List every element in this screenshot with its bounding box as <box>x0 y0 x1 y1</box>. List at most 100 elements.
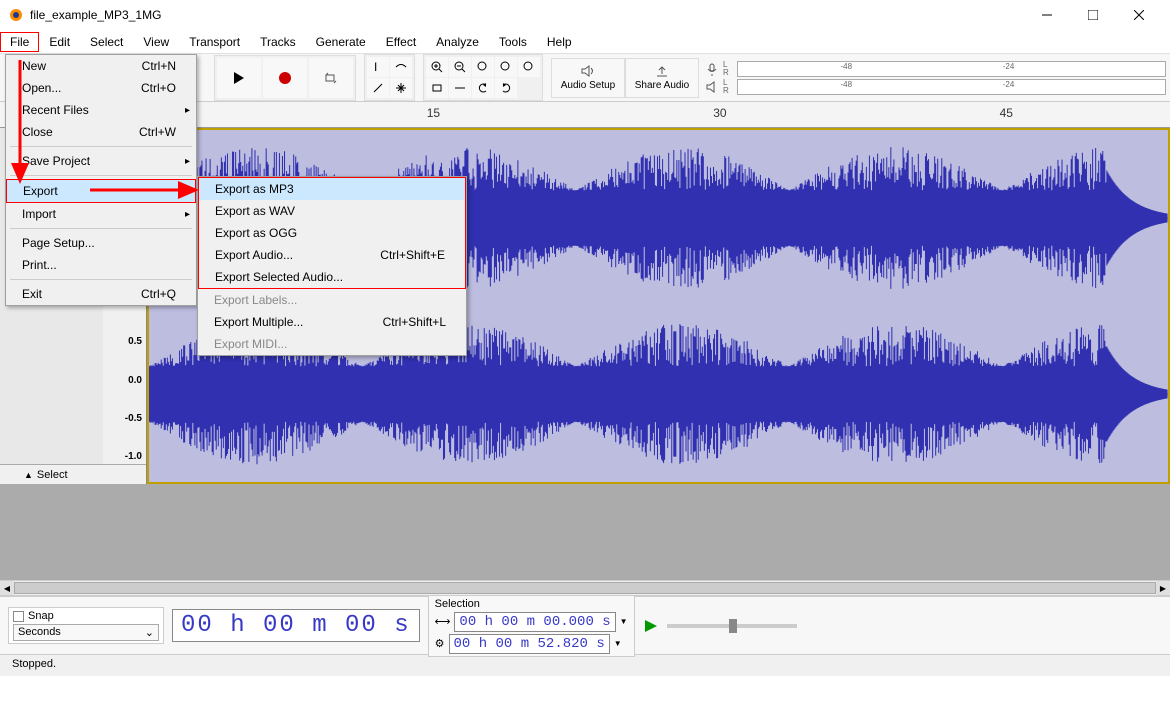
zoom-in-icon[interactable] <box>426 57 448 77</box>
snap-unit-select[interactable]: Seconds⌄ <box>13 624 159 641</box>
zoom-out-icon[interactable] <box>449 57 471 77</box>
menu-view[interactable]: View <box>133 32 179 52</box>
scroll-right-arrow[interactable]: ▶ <box>1156 581 1170 595</box>
app-icon <box>8 7 24 23</box>
selection-mode-icon[interactable]: ⟷ <box>435 615 451 628</box>
share-audio-label: Share Audio <box>635 80 690 91</box>
snap-panel: Snap Seconds⌄ <box>8 607 164 644</box>
settings-icon[interactable]: ⚙ <box>435 637 445 650</box>
silence-icon[interactable] <box>449 78 471 98</box>
speed-slider-thumb[interactable] <box>729 619 737 633</box>
selection-end-time[interactable]: 00 h 00 m 52.820 s <box>449 634 610 654</box>
menu-analyze[interactable]: Analyze <box>426 32 489 52</box>
speed-slider[interactable] <box>667 624 797 628</box>
ruler-tick: 30 <box>713 106 726 120</box>
select-label: Select <box>37 469 68 481</box>
play-speed-button[interactable] <box>643 618 659 634</box>
export-menu-export-as-wav[interactable]: Export as WAV <box>199 200 465 222</box>
recording-meter[interactable]: -48 -24 <box>737 61 1166 77</box>
scroll-left-arrow[interactable]: ◀ <box>0 581 14 595</box>
audio-setup-label: Audio Setup <box>561 80 616 91</box>
scale-val: -1.0 <box>103 451 142 462</box>
file-menu-save-project[interactable]: Save Project▸ <box>6 150 196 172</box>
menu-edit[interactable]: Edit <box>39 32 80 52</box>
speaker-small-icon <box>705 80 719 94</box>
menubar: File Edit Select View Transport Tracks G… <box>0 30 1170 54</box>
playback-meter[interactable]: -48 -24 <box>737 79 1166 95</box>
snap-label: Snap <box>28 610 54 622</box>
timeline-ruler[interactable]: 15 30 45 <box>147 102 1170 128</box>
upload-icon <box>654 64 670 78</box>
export-menu-export-labels-: Export Labels... <box>198 289 466 311</box>
play-button[interactable] <box>217 58 261 98</box>
export-menu-export-selected-audio-[interactable]: Export Selected Audio... <box>199 266 465 288</box>
share-audio-button[interactable]: Share Audio <box>625 58 699 98</box>
menu-file[interactable]: File <box>0 32 39 52</box>
bottom-toolbar: Snap Seconds⌄ 00 h 00 m 00 s Selection ⟷… <box>0 596 1170 654</box>
multi-tool-icon[interactable] <box>390 78 412 98</box>
file-menu-recent-files[interactable]: Recent Files▸ <box>6 99 196 121</box>
menu-select[interactable]: Select <box>80 32 133 52</box>
menu-effect[interactable]: Effect <box>376 32 426 52</box>
record-button[interactable] <box>263 58 307 98</box>
speaker-icon <box>580 64 596 78</box>
file-dropdown-menu: NewCtrl+NOpen...Ctrl+ORecent Files▸Close… <box>5 54 197 306</box>
snap-checkbox[interactable] <box>13 611 24 622</box>
scale-val: 0.0 <box>103 375 142 386</box>
selection-start-time[interactable]: 00 h 00 m 00.000 s <box>454 612 615 632</box>
menu-transport[interactable]: Transport <box>179 32 250 52</box>
close-button[interactable] <box>1116 0 1162 30</box>
draw-tool-icon[interactable] <box>367 78 389 98</box>
file-menu-export[interactable]: Export▸ <box>6 179 196 203</box>
meter-area: LR -48 -24 LR -48 -24 <box>705 61 1166 95</box>
file-menu-open-[interactable]: Open...Ctrl+O <box>6 77 196 99</box>
trim-icon[interactable] <box>426 78 448 98</box>
redo-icon[interactable] <box>495 78 517 98</box>
undo-icon[interactable] <box>472 78 494 98</box>
menu-generate[interactable]: Generate <box>306 32 376 52</box>
audio-setup-button[interactable]: Audio Setup <box>551 58 625 98</box>
selection-panel: Selection ⟷ 00 h 00 m 00.000 s ▼ ⚙ 00 h … <box>428 595 635 657</box>
ruler-tick: 15 <box>427 106 440 120</box>
export-submenu: Export as MP3Export as WAVExport as OGGE… <box>197 176 467 356</box>
file-menu-page-setup-[interactable]: Page Setup... <box>6 232 196 254</box>
play-at-speed <box>643 618 797 634</box>
lr-label-2: LR <box>723 79 733 95</box>
fit-selection-icon[interactable] <box>472 57 494 77</box>
export-menu-export-midi-: Export MIDI... <box>198 333 466 355</box>
scale-val: -0.5 <box>103 413 142 424</box>
titlebar: file_example_MP3_1MG <box>0 0 1170 30</box>
file-menu-new[interactable]: NewCtrl+N <box>6 55 196 77</box>
loop-button[interactable] <box>309 58 353 98</box>
statusbar: Stopped. <box>0 654 1170 676</box>
window-title: file_example_MP3_1MG <box>30 8 1024 22</box>
file-menu-exit[interactable]: ExitCtrl+Q <box>6 283 196 305</box>
minimize-button[interactable] <box>1024 0 1070 30</box>
export-menu-export-multiple-[interactable]: Export Multiple...Ctrl+Shift+L <box>198 311 466 333</box>
scroll-thumb[interactable] <box>14 582 1156 594</box>
export-menu-export-audio-[interactable]: Export Audio...Ctrl+Shift+E <box>199 244 465 266</box>
menu-help[interactable]: Help <box>537 32 582 52</box>
maximize-button[interactable] <box>1070 0 1116 30</box>
mic-icon <box>705 62 719 76</box>
menu-tools[interactable]: Tools <box>489 32 537 52</box>
track-select-bar[interactable]: ▲ Select <box>0 464 146 484</box>
svg-text:I: I <box>374 61 377 73</box>
selection-tool-icon[interactable]: I <box>367 57 389 77</box>
fit-project-icon[interactable] <box>495 57 517 77</box>
export-menu-export-as-ogg[interactable]: Export as OGG <box>199 222 465 244</box>
envelope-tool-icon[interactable] <box>390 57 412 77</box>
file-menu-import[interactable]: Import▸ <box>6 203 196 225</box>
ruler-tick: 45 <box>1000 106 1013 120</box>
zoom-toggle-icon[interactable] <box>518 57 540 77</box>
horizontal-scrollbar[interactable]: ◀ ▶ <box>0 580 1170 596</box>
empty-track-area <box>0 484 1170 580</box>
export-menu-export-as-mp-[interactable]: Export as MP3 <box>199 178 465 200</box>
menu-tracks[interactable]: Tracks <box>250 32 306 52</box>
main-time-display[interactable]: 00 h 00 m 00 s <box>172 609 420 642</box>
file-menu-print-[interactable]: Print... <box>6 254 196 276</box>
selection-label: Selection <box>435 598 628 610</box>
scale-val: 0.5 <box>103 336 142 347</box>
file-menu-close[interactable]: CloseCtrl+W <box>6 121 196 143</box>
status-text: Stopped. <box>12 658 56 670</box>
